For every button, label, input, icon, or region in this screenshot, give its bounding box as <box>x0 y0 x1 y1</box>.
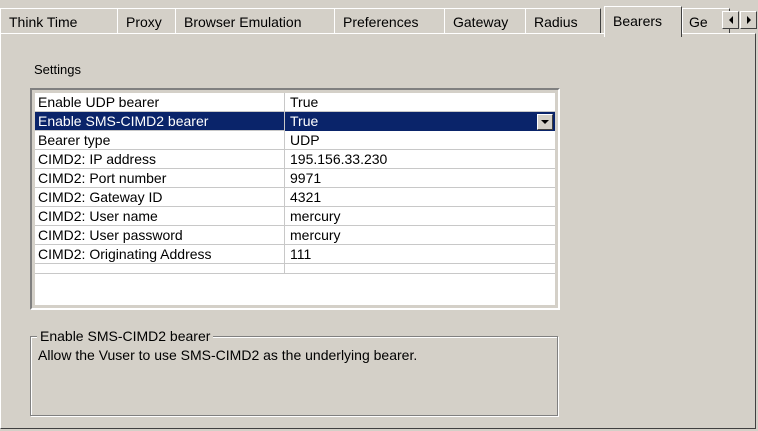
tab-bearers[interactable]: Bearers <box>604 6 682 37</box>
property-row-empty <box>35 264 555 274</box>
property-name-empty <box>35 264 285 274</box>
property-row-cimd2-port-number[interactable]: CIMD2: Port number 9971 <box>35 169 555 188</box>
property-value[interactable]: mercury <box>285 226 555 245</box>
tab-preferences[interactable]: Preferences <box>334 8 445 34</box>
settings-label: Settings <box>34 62 81 77</box>
property-row-cimd2-user-name[interactable]: CIMD2: User name mercury <box>35 207 555 226</box>
property-name: CIMD2: Originating Address <box>35 245 285 264</box>
property-name: CIMD2: Port number <box>35 169 285 188</box>
property-value[interactable]: 195.156.33.230 <box>285 150 555 169</box>
property-row-enable-sms-cimd2-bearer[interactable]: Enable SMS-CIMD2 bearer True <box>35 112 555 131</box>
property-row-cimd2-originating-address[interactable]: CIMD2: Originating Address 111 <box>35 245 555 264</box>
arrow-right-icon[interactable] <box>740 11 757 29</box>
property-name: CIMD2: User name <box>35 207 285 226</box>
property-name: Enable SMS-CIMD2 bearer <box>35 112 285 131</box>
property-value[interactable]: 9971 <box>285 169 555 188</box>
description-title: Enable SMS-CIMD2 bearer <box>37 328 214 344</box>
property-name: CIMD2: User password <box>35 226 285 245</box>
property-value[interactable]: 4321 <box>285 188 555 207</box>
property-row-cimd2-ip-address[interactable]: CIMD2: IP address 195.156.33.230 <box>35 150 555 169</box>
property-name: Enable UDP bearer <box>35 93 285 112</box>
property-row-bearer-type[interactable]: Bearer type UDP <box>35 131 555 150</box>
property-name: Bearer type <box>35 131 285 150</box>
tab-proxy[interactable]: Proxy <box>117 8 176 34</box>
property-row-enable-udp-bearer[interactable]: Enable UDP bearer True <box>35 93 555 112</box>
description-group-box: Enable SMS-CIMD2 bearer Allow the Vuser … <box>30 328 558 416</box>
property-value-select[interactable]: True <box>285 112 555 131</box>
property-name: CIMD2: IP address <box>35 150 285 169</box>
property-value[interactable]: True <box>285 93 555 112</box>
property-row-cimd2-user-password[interactable]: CIMD2: User password mercury <box>35 226 555 245</box>
chevron-down-icon[interactable] <box>537 114 553 130</box>
property-row-cimd2-gateway-id[interactable]: CIMD2: Gateway ID 4321 <box>35 188 555 207</box>
property-value[interactable]: UDP <box>285 131 555 150</box>
description-text: Allow the Vuser to use SMS-CIMD2 as the … <box>38 347 418 363</box>
settings-property-grid: Enable UDP bearer True Enable SMS-CIMD2 … <box>30 88 560 310</box>
property-grid-body: Enable UDP bearer True Enable SMS-CIMD2 … <box>35 93 555 305</box>
arrow-left-icon[interactable] <box>722 11 739 29</box>
tab-strip: Think Time Proxy Browser Emulation Prefe… <box>0 6 758 37</box>
tab-think-time[interactable]: Think Time <box>0 8 118 34</box>
property-name: CIMD2: Gateway ID <box>35 188 285 207</box>
property-value[interactable]: 111 <box>285 245 555 264</box>
bearers-settings-window: Think Time Proxy Browser Emulation Prefe… <box>0 0 758 431</box>
property-value[interactable]: mercury <box>285 207 555 226</box>
tab-radius[interactable]: Radius <box>525 8 601 34</box>
tab-gateway[interactable]: Gateway <box>444 8 526 34</box>
tab-browser-emulation[interactable]: Browser Emulation <box>175 8 335 34</box>
